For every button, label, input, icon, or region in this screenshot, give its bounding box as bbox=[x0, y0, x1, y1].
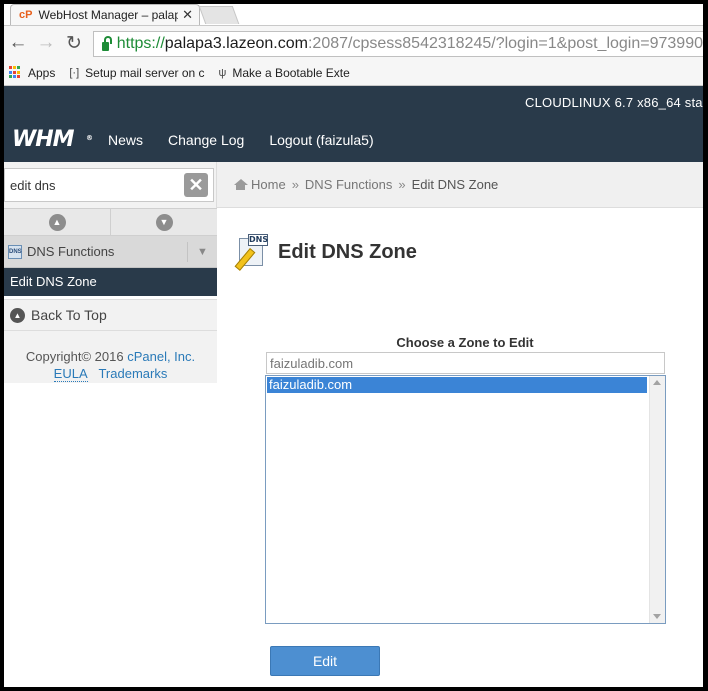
bookmark-apps-label: Apps bbox=[28, 65, 56, 80]
back-to-top-link[interactable]: ▲ Back To Top bbox=[4, 299, 217, 331]
address-bar[interactable]: https:// palapa3.lazeon.com :2087/cpsess… bbox=[93, 31, 703, 57]
whm-logo-text: WHM bbox=[12, 127, 75, 152]
url-scheme: https:// bbox=[116, 35, 165, 52]
sidebar-category-dns-functions[interactable]: DNS DNS Functions ▼ bbox=[4, 236, 217, 268]
collapse-all-button[interactable]: ▲ bbox=[4, 209, 111, 235]
clear-search-icon[interactable]: ✕ bbox=[184, 173, 208, 197]
back-to-top-label: Back To Top bbox=[31, 307, 107, 323]
tab-title: WebHost Manager – palap bbox=[38, 8, 179, 22]
search-input[interactable] bbox=[4, 168, 214, 202]
bookmark-apps[interactable]: Apps bbox=[9, 66, 55, 80]
zone-filter-input[interactable] bbox=[266, 352, 665, 374]
whm-navbar: WHM ® News Change Log Logout (faizula5) bbox=[4, 118, 703, 162]
chevron-down-icon[interactable]: ▼ bbox=[187, 241, 217, 262]
trademarks-link[interactable]: Trademarks bbox=[98, 366, 167, 381]
down-arrow-icon: ▼ bbox=[155, 213, 173, 231]
nav-logout[interactable]: Logout (faizula5) bbox=[269, 132, 373, 148]
cpanel-favicon-icon: cP bbox=[19, 9, 33, 21]
whm-server-bar: CLOUDLINUX 6.7 x86_64 sta bbox=[4, 86, 703, 118]
up-arrow-icon: ▲ bbox=[48, 213, 66, 231]
copyright-text: Copyright© 2016 bbox=[25, 349, 128, 364]
main-content: DNS Edit DNS Zone Choose a Zone to Edit … bbox=[217, 208, 703, 687]
cpanel-link[interactable]: cPanel, Inc. bbox=[127, 349, 195, 364]
dns-category-icon: DNS bbox=[8, 244, 22, 259]
new-tab-button[interactable] bbox=[198, 6, 240, 24]
lock-icon bbox=[102, 35, 112, 51]
bookmark-bootable[interactable]: ψ Make a Bootable Exte bbox=[219, 66, 350, 80]
browser-window: cP WebHost Manager – palap ✕ ← → ↻ https… bbox=[4, 4, 703, 687]
zone-select-label: Choose a Zone to Edit bbox=[396, 335, 534, 350]
listbox-scrollbar[interactable] bbox=[649, 376, 665, 623]
back-arrow-icon[interactable]: ← bbox=[4, 32, 32, 54]
usb-icon: ψ bbox=[218, 66, 227, 79]
edit-dns-zone-icon: DNS bbox=[234, 234, 272, 271]
breadcrumb: Home » DNS Functions » Edit DNS Zone bbox=[217, 162, 703, 208]
breadcrumb-current: Edit DNS Zone bbox=[411, 177, 499, 192]
browser-toolbar: ← → ↻ https:// palapa3.lazeon.com :2087/… bbox=[4, 25, 703, 60]
bookmark-bootable-label: Make a Bootable Exte bbox=[232, 65, 350, 80]
close-tab-icon[interactable]: ✕ bbox=[182, 7, 193, 23]
whm-logo[interactable]: WHM ® bbox=[12, 127, 93, 152]
url-path: :2087/cpsess8542318245/?login=1&post_log… bbox=[307, 35, 703, 52]
server-info: CLOUDLINUX 6.7 x86_64 sta bbox=[525, 95, 703, 110]
bookmark-mail-server-label: Setup mail server on c bbox=[85, 65, 205, 80]
breadcrumb-separator: » bbox=[398, 177, 406, 192]
url-host: palapa3.lazeon.com bbox=[164, 35, 308, 52]
edit-button[interactable]: Edit bbox=[270, 646, 380, 676]
tab-strip: cP WebHost Manager – palap ✕ bbox=[4, 4, 703, 25]
nav-change-log[interactable]: Change Log bbox=[168, 132, 244, 148]
scroll-down-icon[interactable] bbox=[653, 614, 661, 619]
apps-grid-icon bbox=[9, 66, 22, 79]
bracket-page-icon: [·] bbox=[69, 66, 80, 79]
zone-listbox[interactable]: faizuladib.com bbox=[265, 375, 666, 624]
home-icon bbox=[234, 179, 248, 190]
breadcrumb-separator: » bbox=[291, 177, 299, 192]
sidebar-arrows: ▲ ▼ bbox=[4, 208, 217, 236]
breadcrumb-home[interactable]: Home bbox=[251, 177, 286, 192]
copyright: Copyright© 2016 cPanel, Inc. EULA Tradem… bbox=[4, 331, 217, 383]
bookmark-mail-server[interactable]: [·] Setup mail server on c bbox=[69, 66, 204, 80]
sidebar-item-edit-dns-zone[interactable]: Edit DNS Zone bbox=[4, 268, 217, 296]
scroll-up-icon[interactable] bbox=[653, 380, 661, 385]
breadcrumb-dns-functions[interactable]: DNS Functions bbox=[305, 177, 392, 192]
expand-all-button[interactable]: ▼ bbox=[111, 209, 217, 235]
browser-tab[interactable]: cP WebHost Manager – palap ✕ bbox=[10, 4, 200, 25]
sidebar-category-label: DNS Functions bbox=[27, 244, 115, 259]
sidebar: ✕ ▲ ▼ DNS DNS Functions ▼ Edit DNS Zone … bbox=[4, 162, 217, 687]
eula-link[interactable]: EULA bbox=[53, 366, 88, 382]
sidebar-empty-area bbox=[4, 383, 217, 687]
up-arrow-circle-icon: ▲ bbox=[10, 307, 25, 323]
bookmarks-bar: Apps [·] Setup mail server on c ψ Make a… bbox=[4, 60, 703, 86]
page-title: Edit DNS Zone bbox=[278, 240, 417, 263]
zone-option-selected[interactable]: faizuladib.com bbox=[267, 377, 647, 393]
sidebar-search: ✕ bbox=[4, 162, 217, 208]
forward-arrow-icon[interactable]: → bbox=[32, 32, 60, 54]
nav-news[interactable]: News bbox=[108, 132, 143, 148]
page-header: DNS Edit DNS Zone bbox=[234, 234, 417, 271]
reload-icon[interactable]: ↻ bbox=[60, 32, 88, 55]
